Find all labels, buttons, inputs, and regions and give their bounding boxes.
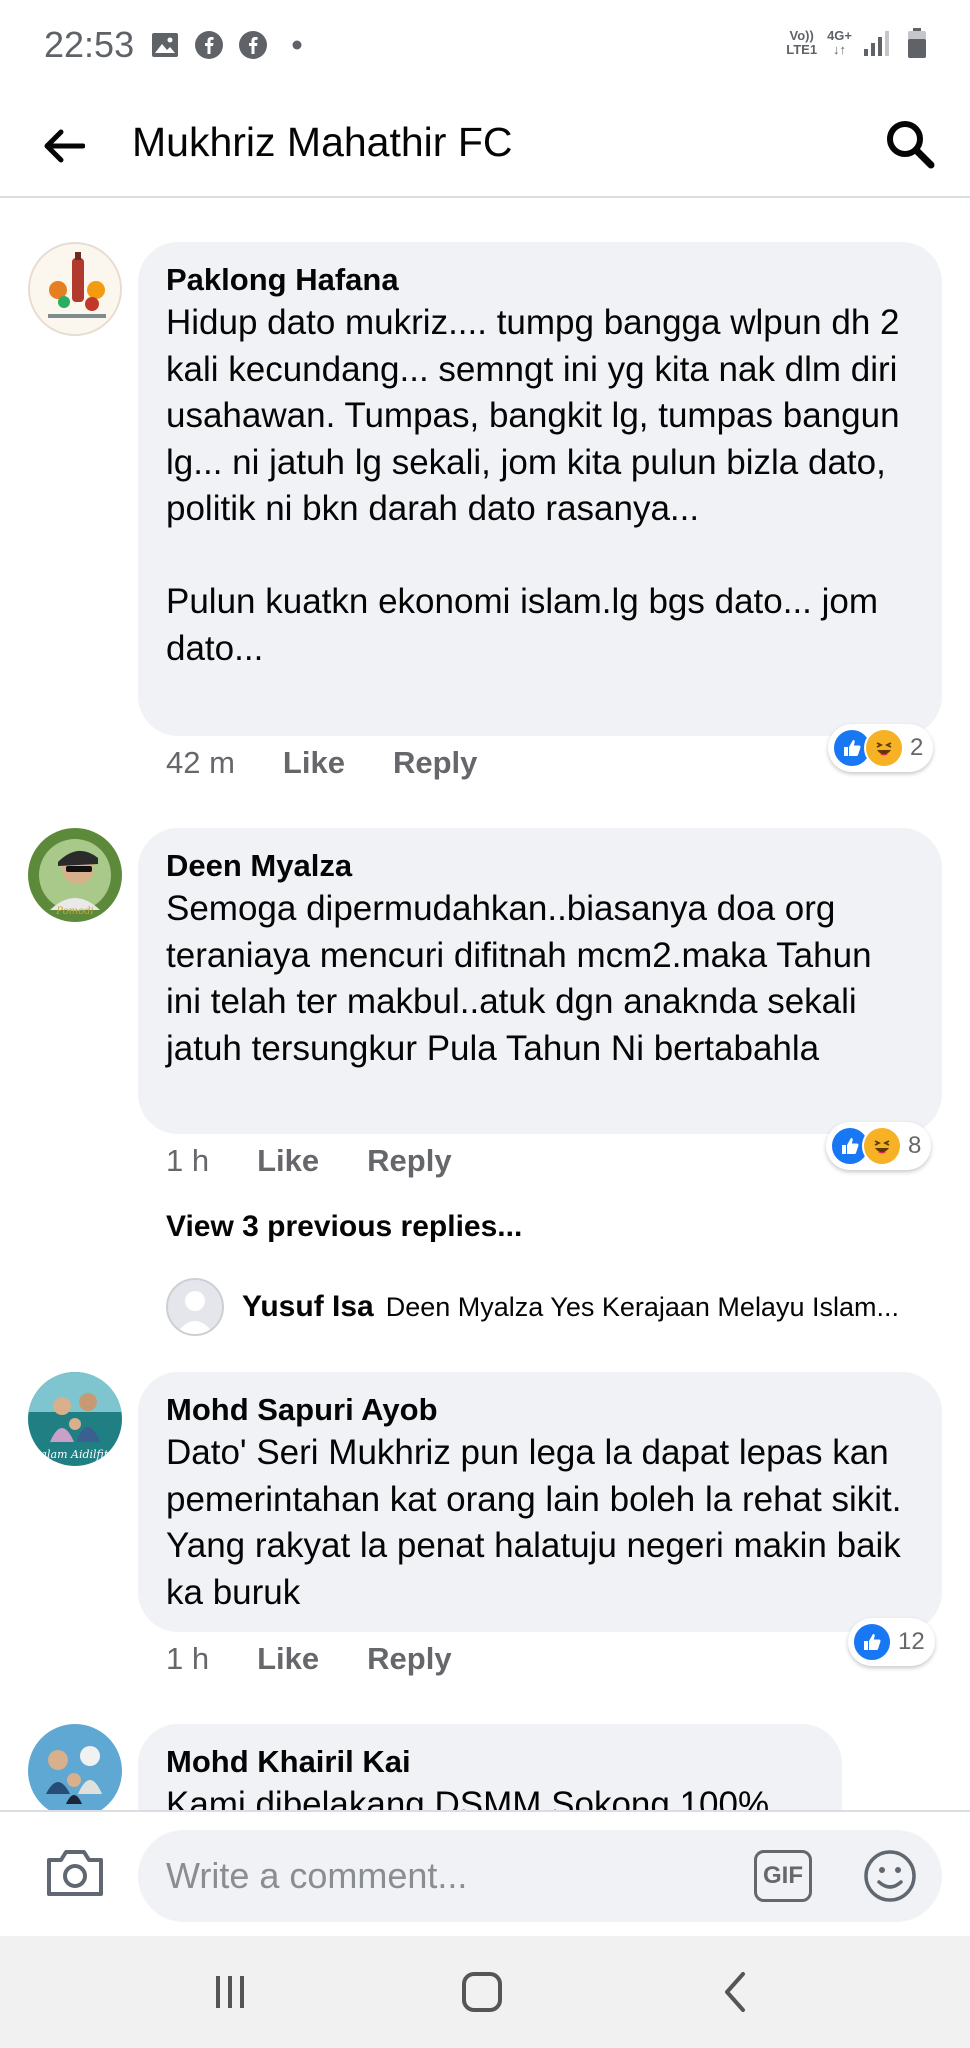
reply-text: Deen Myalza Yes Kerajaan Melayu Islam... [385,1291,899,1322]
comment-text: Dato' Seri Mukhriz pun lega la dapat lep… [166,1433,902,1612]
reply-button[interactable]: Reply [367,1143,451,1179]
search-button[interactable] [880,114,940,174]
recent-apps-button[interactable] [200,1964,260,2020]
comment-actions: 1 h Like Reply [166,1634,452,1684]
view-previous-replies-link[interactable]: View 3 previous replies... [166,1210,522,1244]
avatar-image [28,1724,122,1810]
avatar-image: Pomodi [28,828,122,922]
avatar[interactable] [28,242,122,336]
avatar-image: Salam Aidilfitri [28,1372,122,1466]
comment-author[interactable]: Mohd Khairil Kai [166,1742,814,1782]
comment-author[interactable]: Deen Myalza [166,846,914,886]
system-icons: Vo)) LTE1 4G+ ↓↑ [786,28,932,58]
volte-label: Vo)) LTE1 [786,28,818,57]
system-back-button[interactable] [704,1964,764,2020]
reaction-summary[interactable]: 12 [848,1618,935,1666]
comment-time[interactable]: 1 h [166,1641,209,1677]
camera-icon [47,1850,103,1896]
camera-button[interactable] [42,1842,108,1902]
reply-button[interactable]: Reply [367,1641,451,1677]
page-title: Mukhriz Mahathir FC [132,119,513,165]
reaction-summary[interactable]: 8 [826,1122,932,1170]
comment-author[interactable]: Mohd Sapuri Ayob [166,1390,914,1430]
comment-bubble[interactable]: Deen Myalza Semoga dipermudahkan..biasan… [138,828,942,1134]
reply-author[interactable]: Yusuf Isa [242,1290,374,1324]
comment-actions: 1 h Like Reply [166,1136,452,1186]
comment-field: GIF [138,1830,942,1922]
comment-bubble[interactable]: Mohd Sapuri Ayob Dato' Seri Mukhriz pun … [138,1372,942,1632]
emoji-button[interactable] [860,1846,920,1906]
comment-actions: 42 m Like Reply [166,738,477,788]
default-avatar-icon [176,1291,214,1334]
avatar[interactable] [166,1278,224,1336]
reaction-count: 2 [910,734,924,761]
facebook-icon [238,30,268,60]
avatar[interactable]: Salam Aidilfitri [28,1372,122,1466]
reply-button[interactable]: Reply [393,745,477,781]
comment-time[interactable]: 42 m [166,745,235,781]
recent-apps-icon [216,1976,244,2008]
reaction-summary[interactable]: 2 [828,724,934,772]
signal-icon [862,28,892,58]
avatar[interactable] [28,1724,122,1810]
haha-reaction-icon [862,1126,902,1166]
gif-button[interactable]: GIF [754,1850,812,1902]
comment-text: Hidup dato mukriz.... tumpg bangga wlpun… [166,303,900,668]
comment-text: Kami dibelakang DSMM Sokong 100% [166,1785,770,1810]
status-bar: 22:53 Vo)) LTE1 4G+ ↓↑ [0,0,970,92]
svg-text:Salam Aidilfitri: Salam Aidilfitri [33,1448,117,1461]
comment-input[interactable] [166,1830,746,1922]
arrow-left-icon [44,129,85,163]
like-button[interactable]: Like [257,1143,319,1179]
reaction-count: 12 [898,1628,925,1655]
back-button[interactable] [36,118,92,174]
comment-bubble[interactable]: Mohd Khairil Kai Kami dibelakang DSMM So… [138,1724,842,1810]
reaction-count: 8 [908,1132,922,1159]
comment-author[interactable]: Paklong Hafana [166,260,914,300]
svg-text:Pomodi: Pomodi [55,906,93,917]
search-icon [887,121,935,169]
smiley-icon [864,1850,916,1902]
notification-icons [150,30,312,60]
avatar[interactable]: Pomodi [28,828,122,922]
like-reaction-icon [852,1622,892,1662]
like-button[interactable]: Like [283,745,345,781]
reply-preview[interactable]: Yusuf Isa Deen Myalza Yes Kerajaan Melay… [166,1278,946,1336]
facebook-icon [194,30,224,60]
system-navigation-bar [0,1936,970,2048]
home-button[interactable] [452,1964,512,2020]
comment-time[interactable]: 1 h [166,1143,209,1179]
home-icon [462,1972,502,2012]
comment-text: Semoga dipermudahkan..biasanya doa org t… [166,889,872,1068]
app-header: Mukhriz Mahathir FC [0,92,970,198]
image-icon [150,30,180,60]
comment-bubble[interactable]: Paklong Hafana Hidup dato mukriz.... tum… [138,242,942,736]
comments-list: Paklong Hafana Hidup dato mukriz.... tum… [0,200,970,1810]
network-type: 4G+ ↓↑ [827,28,852,57]
dot-icon [282,30,312,60]
back-icon [725,1972,745,2012]
status-time: 22:53 [44,24,135,65]
like-button[interactable]: Like [257,1641,319,1677]
battery-icon [902,28,932,58]
comment-composer: GIF [0,1810,970,1936]
avatar-image [30,244,120,334]
haha-reaction-icon [864,728,904,768]
